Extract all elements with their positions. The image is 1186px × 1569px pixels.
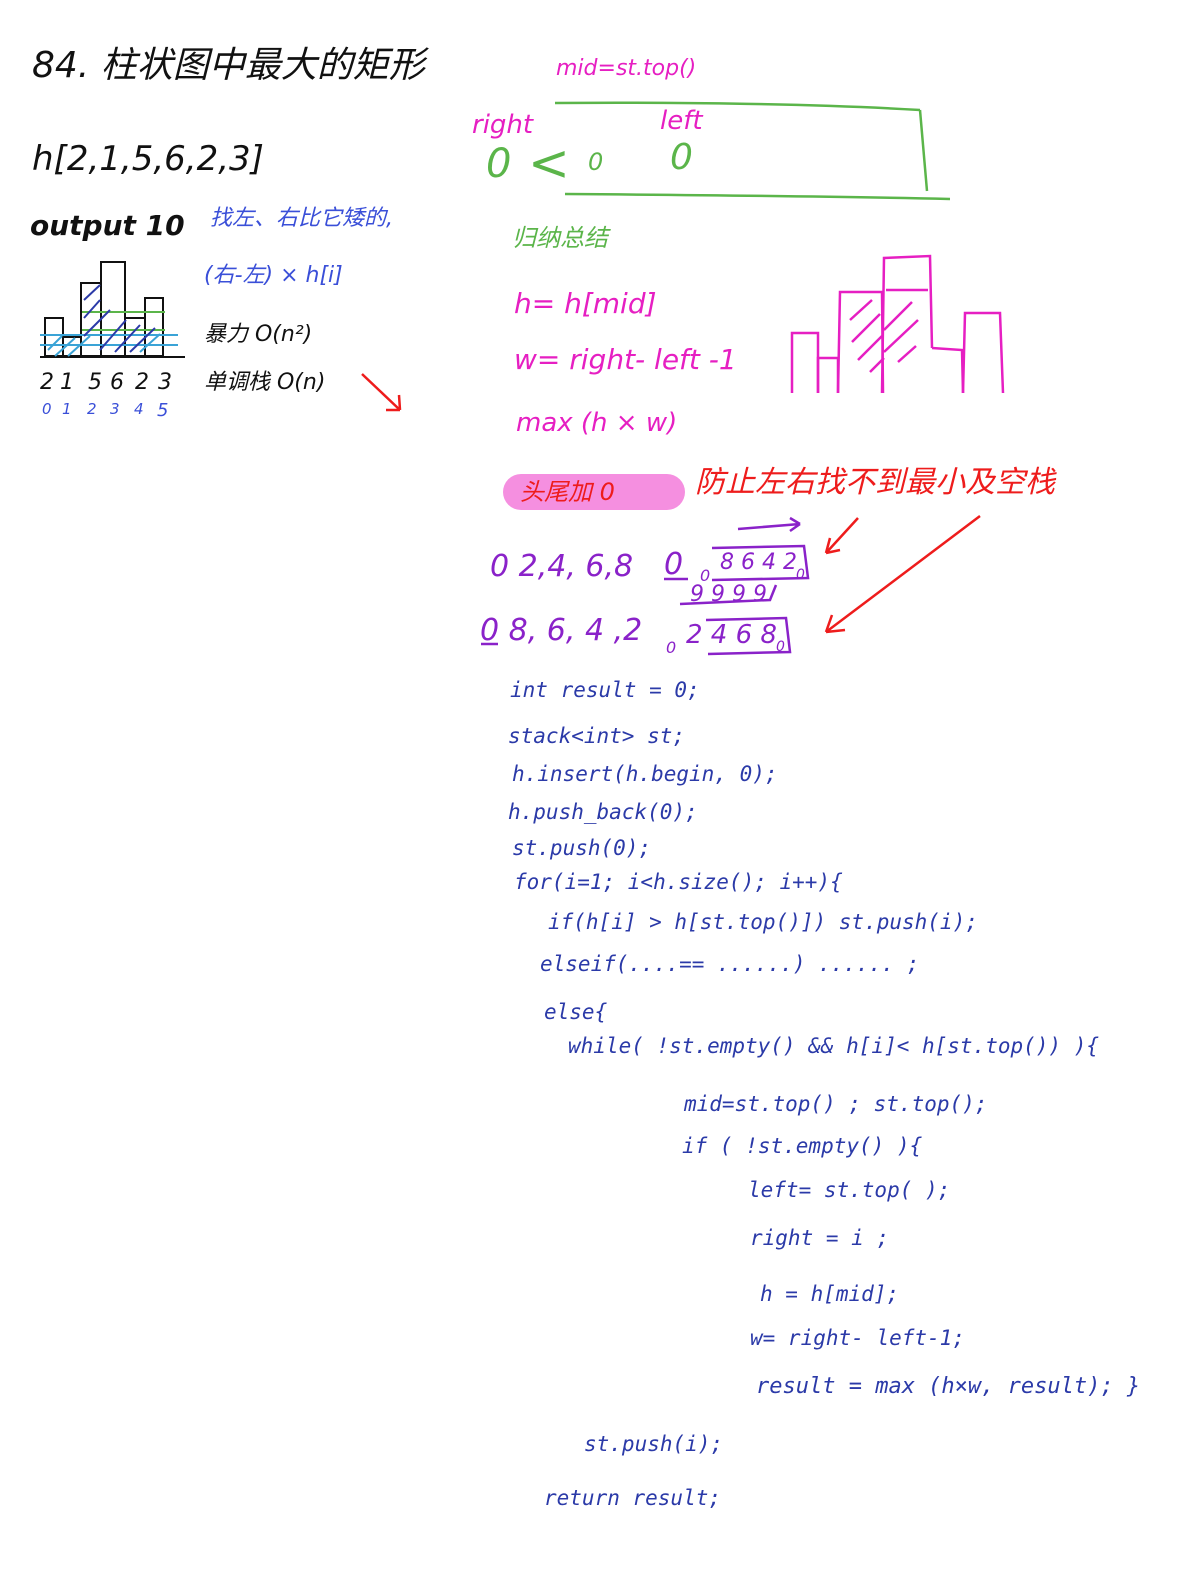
- less-than-sign: <: [528, 134, 570, 192]
- hist-index: 3: [110, 400, 120, 418]
- example-row2-stack-suffix: 0: [776, 639, 785, 655]
- example-row2-stack: 2 4 6 8: [686, 620, 777, 650]
- example-strike-row: 9 9 9 9: [690, 582, 767, 607]
- magenta-histogram: [790, 254, 1005, 394]
- pad-explain: 防止左右找不到最小及空栈: [695, 465, 1055, 500]
- left-label: left: [660, 106, 703, 136]
- code-line: st.push(i);: [584, 1432, 724, 1456]
- code-line: w= right- left-1;: [750, 1326, 965, 1350]
- hist-index: 2: [87, 400, 97, 418]
- hist-index: 1: [62, 400, 72, 418]
- code-line: h.insert(h.begin, 0);: [512, 762, 778, 786]
- code-line: int result = 0;: [510, 678, 700, 702]
- hist-index: 4: [134, 400, 144, 418]
- red-arrow-2: [824, 515, 981, 634]
- code-line: h = h[mid];: [760, 1282, 900, 1306]
- hist-value: 2: [135, 370, 149, 395]
- hist-index: 0: [42, 400, 52, 418]
- red-arrow-small: [361, 373, 402, 412]
- code-line: for(i=1; i<h.size(); i++){: [514, 870, 843, 894]
- code-line: while( !st.empty() && h[i]< h[st.top()) …: [568, 1034, 1100, 1058]
- code-line: left= st.top( );: [748, 1178, 951, 1202]
- formula-w: w= right- left -1: [514, 343, 737, 376]
- note-formula: (右-左) × h[i]: [204, 263, 343, 288]
- right-label: right: [472, 110, 534, 140]
- example-row1-stack: 8 6 4 2: [720, 550, 797, 575]
- example-row1-stack-suffix: 0: [796, 567, 805, 583]
- code-line: right = i ;: [750, 1226, 890, 1250]
- inner-zero: 0: [670, 137, 693, 178]
- purple-arrow-right: [737, 516, 801, 533]
- formula-max: max (h × w): [516, 408, 678, 438]
- formula-h: h= h[mid]: [514, 287, 657, 320]
- code-line: mid=st.top() ; st.top();: [684, 1092, 988, 1116]
- pad-pill-text: 头尾加 0: [520, 478, 615, 506]
- hist-value: 2: [40, 370, 54, 395]
- red-arrow-1: [824, 517, 859, 555]
- hist-value: 3: [158, 370, 172, 395]
- green-stack-box: [554, 101, 951, 201]
- example-row2-stack-prefix: 0: [666, 638, 677, 657]
- note-brute-force: 暴力 O(n²): [204, 322, 313, 347]
- right-zero: 0: [486, 141, 512, 187]
- code-line: if(h[i] > h[st.top()]) st.push(i);: [548, 910, 978, 934]
- code-line: st.push(0);: [512, 836, 652, 860]
- output-value: output 10: [30, 209, 185, 242]
- example-row1-zero: 0: [664, 547, 684, 582]
- note-mono-stack: 单调栈 O(n): [204, 370, 326, 395]
- hist-value: 6: [110, 370, 124, 395]
- code-line: result = max (h×w, result); }: [756, 1374, 1141, 1399]
- note-find-left-right: 找左、右比它矮的,: [210, 206, 393, 231]
- small-histogram: [40, 261, 185, 358]
- mid-label: mid=st.top(): [556, 56, 697, 81]
- inner-zero: 0: [588, 148, 604, 176]
- example-row1-seq: 0 2,4, 6,8: [490, 549, 634, 584]
- code-line: if ( !st.empty() ){: [682, 1134, 923, 1158]
- hist-value: 1: [60, 370, 74, 395]
- code-line: elseif(....== ......) ...... ;: [540, 952, 920, 976]
- input-array: h[2,1,5,6,2,3]: [32, 139, 264, 179]
- code-line: else{: [544, 1000, 608, 1024]
- code-line: stack<int> st;: [508, 724, 686, 748]
- hist-index: 5: [157, 400, 169, 421]
- example-row2-seq: 0 8, 6, 4 ,2: [480, 613, 643, 648]
- hist-value: 5: [88, 370, 102, 395]
- code-line: return result;: [544, 1486, 722, 1510]
- code-line: h.push_back(0);: [508, 800, 698, 824]
- page-title: 84. 柱状图中最大的矩形: [32, 45, 425, 86]
- summary-title: 归纳总结: [512, 224, 608, 252]
